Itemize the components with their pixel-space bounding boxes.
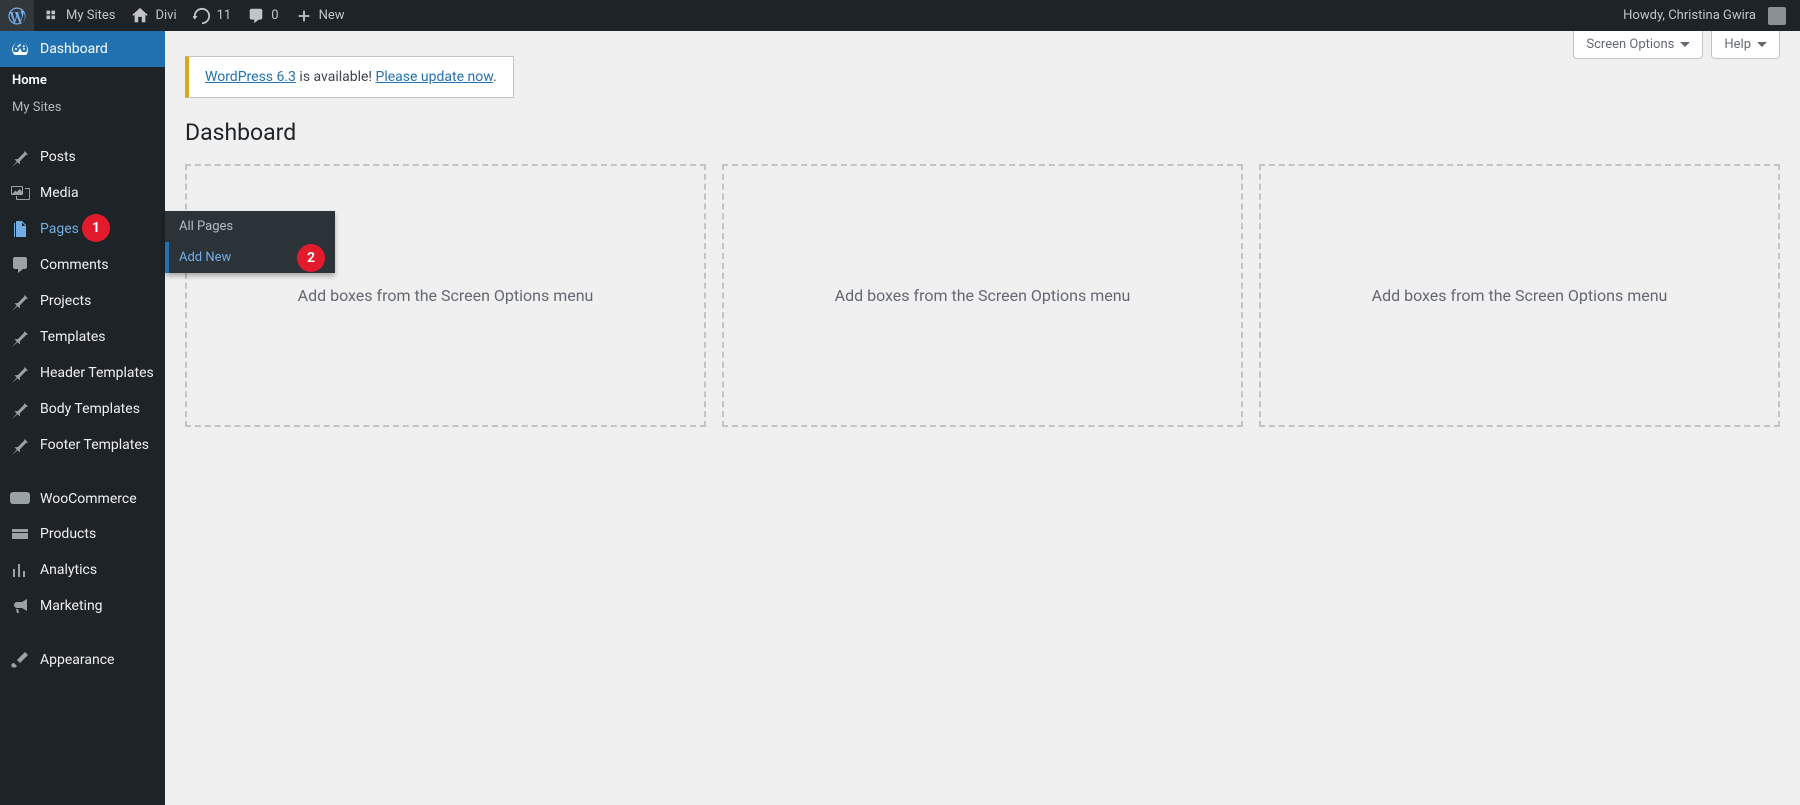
pin-icon	[10, 363, 30, 383]
menu-woocommerce-label: WooCommerce	[40, 491, 137, 507]
chevron-down-icon	[1757, 42, 1767, 47]
menu-projects[interactable]: Projects	[0, 283, 165, 319]
admin-toolbar: My Sites Divi 11 0 New	[0, 0, 1800, 31]
menu-products[interactable]: Products	[0, 516, 165, 552]
menu-posts[interactable]: Posts	[0, 139, 165, 175]
badge-1: 1	[82, 214, 110, 242]
submenu-home[interactable]: Home	[0, 67, 165, 94]
menu-marketing[interactable]: Marketing	[0, 588, 165, 624]
megaphone-icon	[10, 596, 30, 616]
empty-box-text-3: Add boxes from the Screen Options menu	[1372, 286, 1668, 305]
site-name-menu[interactable]: Divi	[123, 0, 184, 31]
menu-templates-label: Templates	[40, 329, 106, 345]
menu-dashboard-label: Dashboard	[40, 41, 108, 57]
my-sites-menu[interactable]: My Sites	[34, 0, 123, 31]
help-button[interactable]: Help	[1711, 31, 1780, 59]
wp-logo-menu[interactable]	[0, 0, 34, 31]
dashboard-empty-container-3: Add boxes from the Screen Options menu	[1259, 164, 1780, 427]
update-now-link[interactable]: Please update now	[376, 69, 493, 85]
menu-media-label: Media	[40, 185, 79, 201]
pin-icon	[10, 291, 30, 311]
flyout-add-new[interactable]: Add New 2	[165, 242, 335, 273]
empty-box-text-1: Add boxes from the Screen Options menu	[298, 286, 594, 305]
menu-products-label: Products	[40, 526, 96, 542]
update-nag: WordPress 6.3 is available! Please updat…	[185, 56, 514, 98]
main-content: WordPress 6.3 is available! Please updat…	[165, 31, 1800, 805]
menu-media[interactable]: Media	[0, 175, 165, 211]
screen-options-button[interactable]: Screen Options	[1573, 31, 1703, 59]
menu-footer-templates[interactable]: Footer Templates	[0, 427, 165, 463]
chart-bar-icon	[10, 560, 30, 580]
menu-body-templates-label: Body Templates	[40, 401, 140, 417]
menu-woocommerce[interactable]: WooCommerce	[0, 481, 165, 516]
update-icon	[193, 7, 211, 25]
menu-marketing-label: Marketing	[40, 598, 103, 614]
updates-count: 11	[217, 8, 232, 23]
wordpress-logo-icon	[8, 7, 26, 25]
submenu-my-sites[interactable]: My Sites	[0, 94, 165, 121]
brush-icon	[10, 650, 30, 670]
plus-icon	[295, 7, 313, 25]
comments-count: 0	[271, 8, 278, 23]
page-icon	[10, 219, 30, 239]
menu-header-templates[interactable]: Header Templates	[0, 355, 165, 391]
woo-icon	[10, 492, 30, 506]
page-title: Dashboard	[185, 119, 1780, 146]
flyout-all-pages-label: All Pages	[179, 219, 233, 234]
pin-icon	[10, 147, 30, 167]
help-label: Help	[1724, 37, 1751, 52]
new-label: New	[319, 8, 345, 23]
my-account-menu[interactable]: Howdy, Christina Gwira	[1615, 0, 1794, 31]
update-version-link[interactable]: WordPress 6.3	[205, 69, 296, 85]
dashboard-icon	[10, 39, 30, 59]
new-content-menu[interactable]: New	[287, 0, 353, 31]
submenu-home-label: Home	[12, 73, 47, 88]
media-icon	[10, 183, 30, 203]
howdy-label: Howdy, Christina Gwira	[1623, 8, 1756, 23]
screen-options-label: Screen Options	[1586, 37, 1674, 52]
badge-2: 2	[297, 244, 325, 272]
pin-icon	[10, 327, 30, 347]
menu-appearance[interactable]: Appearance	[0, 642, 165, 678]
comments-icon	[10, 255, 30, 275]
menu-posts-label: Posts	[40, 149, 76, 165]
empty-box-text-2: Add boxes from the Screen Options menu	[835, 286, 1131, 305]
menu-appearance-label: Appearance	[40, 652, 114, 668]
comment-icon	[247, 7, 265, 25]
my-sites-label: My Sites	[66, 8, 115, 23]
update-mid-text: is available!	[296, 69, 376, 85]
products-icon	[10, 524, 30, 544]
menu-header-templates-label: Header Templates	[40, 365, 154, 381]
menu-dashboard[interactable]: Dashboard	[0, 31, 165, 67]
menu-comments-label: Comments	[40, 257, 109, 273]
pages-flyout: All Pages Add New 2	[165, 211, 335, 273]
dashboard-empty-container-2: Add boxes from the Screen Options menu	[722, 164, 1243, 427]
menu-body-templates[interactable]: Body Templates	[0, 391, 165, 427]
network-icon	[42, 7, 60, 25]
updates-menu[interactable]: 11	[185, 0, 240, 31]
pin-icon	[10, 399, 30, 419]
menu-projects-label: Projects	[40, 293, 91, 309]
flyout-all-pages[interactable]: All Pages	[165, 211, 335, 242]
menu-analytics[interactable]: Analytics	[0, 552, 165, 588]
update-end-text: .	[493, 69, 497, 85]
avatar	[1768, 7, 1786, 25]
menu-comments[interactable]: Comments	[0, 247, 165, 283]
comments-menu[interactable]: 0	[239, 0, 286, 31]
admin-menu: Dashboard Home My Sites Posts Media Page…	[0, 31, 165, 805]
submenu-my-sites-label: My Sites	[12, 100, 61, 115]
menu-pages[interactable]: Pages 1 All Pages Add New 2	[0, 211, 165, 247]
menu-footer-templates-label: Footer Templates	[40, 437, 149, 453]
flyout-add-new-label: Add New	[179, 250, 231, 265]
dashboard-empty-container-1: Add boxes from the Screen Options menu	[185, 164, 706, 427]
chevron-down-icon	[1680, 42, 1690, 47]
home-icon	[131, 7, 149, 25]
pin-icon	[10, 435, 30, 455]
menu-pages-label: Pages	[40, 221, 79, 237]
menu-analytics-label: Analytics	[40, 562, 97, 578]
site-name-label: Divi	[155, 8, 176, 23]
menu-templates[interactable]: Templates	[0, 319, 165, 355]
screen-meta-links: Screen Options Help	[1573, 31, 1780, 59]
submenu-dashboard: Home My Sites	[0, 67, 165, 121]
